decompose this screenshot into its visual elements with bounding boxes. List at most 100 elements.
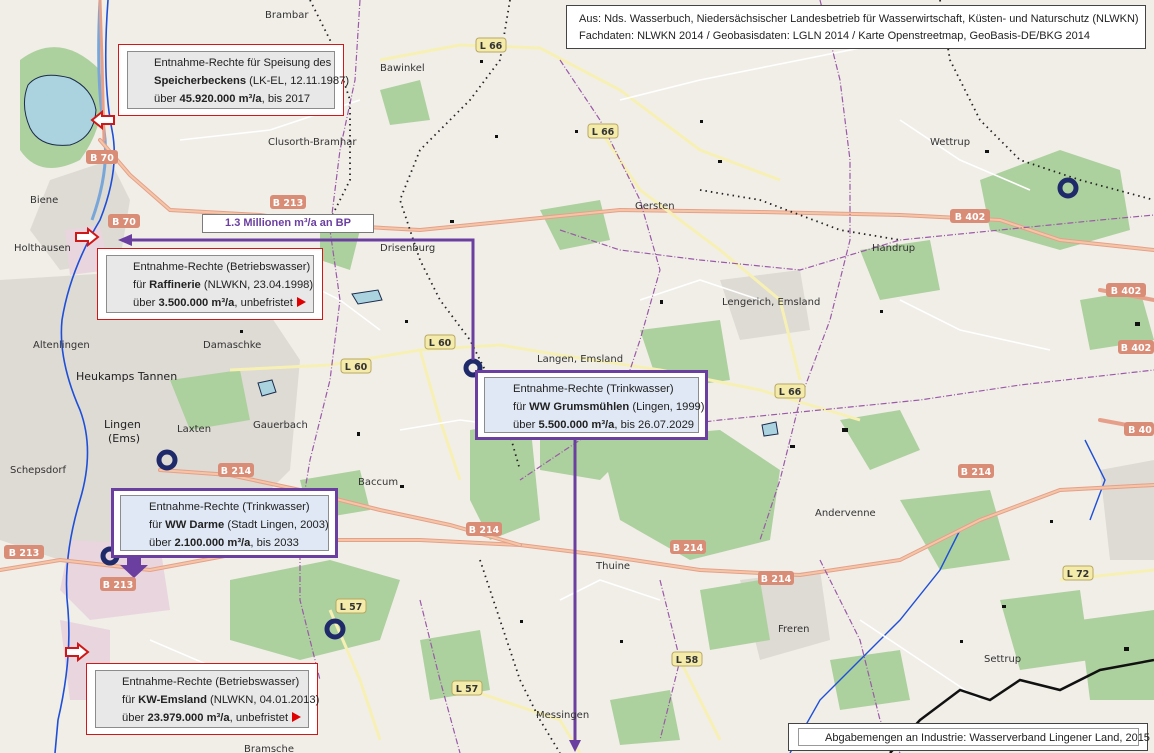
grumsmuehlen-fuer: für <box>513 401 530 413</box>
shield-l60-a: L 60 <box>424 334 456 350</box>
box-raffinerie-inner: Entnahme-Rechte (Betriebswasser) für Raf… <box>106 255 314 313</box>
grumsmuehlen-name: WW Grumsmühlen <box>529 401 630 413</box>
shield-l60-b: L 60 <box>340 358 372 374</box>
grumsmuehlen-validity: , bis 26.07.2029 <box>614 419 695 431</box>
speicherbecken-volume: 45.920.000 m³/a <box>179 93 262 105</box>
place-damaschke: Damaschke <box>203 340 261 351</box>
play-triangle-icon <box>292 712 302 722</box>
shield-b213-c: B 213 <box>100 577 136 591</box>
place-gersten: Gersten <box>635 201 675 212</box>
svg-text:B 402: B 402 <box>955 212 985 223</box>
place-messingen: Messingen <box>536 710 589 721</box>
raffinerie-line-1: Entnahme-Rechte (Betriebswasser) <box>133 261 311 273</box>
source-line-1: Aus: Nds. Wasserbuch, Niedersächsischer … <box>579 13 1139 25</box>
place-settrup: Settrup <box>984 654 1021 665</box>
raffinerie-validity: , unbefristet <box>234 297 293 309</box>
kw-line-3: über 23.979.000 m³/a, unbefristet <box>122 712 308 724</box>
shield-l58: L 58 <box>671 651 703 667</box>
place-clusorth: Clusorth-Bramhar <box>268 137 357 148</box>
svg-text:B 213: B 213 <box>9 548 39 559</box>
darme-line-3: über 2.100.000 m³/a, bis 2033 <box>149 537 328 549</box>
raffinerie-over: über <box>133 297 159 309</box>
grumsmuehlen-line-3: über 5.500.000 m³/a, bis 26.07.2029 <box>513 419 698 431</box>
speicherbecken-over: über <box>154 93 180 105</box>
place-thuine: Thuine <box>595 561 630 572</box>
svg-text:L 72: L 72 <box>1067 569 1090 580</box>
svg-text:L 57: L 57 <box>456 684 479 695</box>
svg-text:B 70: B 70 <box>90 153 114 164</box>
darme-line-2: für WW Darme (Stadt Lingen, 2003) <box>149 519 329 531</box>
raffinerie-volume: 3.500.000 m³/a <box>158 297 235 309</box>
kw-line-1: Entnahme-Rechte (Betriebswasser) <box>122 676 300 688</box>
place-bawinkel: Bawinkel <box>380 63 425 74</box>
kw-line-2: für KW-Emsland (NLWKN, 04.01.2013) <box>122 694 319 706</box>
svg-text:B 214: B 214 <box>673 543 704 554</box>
shield-l66-a: L 66 <box>475 37 507 53</box>
svg-text:B 214: B 214 <box>961 467 992 478</box>
svg-text:B 213: B 213 <box>103 580 133 591</box>
box-raffinerie: Entnahme-Rechte (Betriebswasser) für Raf… <box>97 248 323 320</box>
svg-text:L 66: L 66 <box>480 41 503 52</box>
speicherbecken-name: Speicherbeckens <box>154 75 247 87</box>
kw-authority: (NLWKN, 04.01.2013) <box>206 694 320 706</box>
speicherbecken-line-2: Speicherbeckens (LK-EL, 12.11.1987) <box>154 75 349 87</box>
place-lingen-b: (Ems) <box>108 432 140 445</box>
place-heukamps: Heukamps Tannen <box>76 370 177 383</box>
shield-l57-a: L 57 <box>335 598 367 614</box>
shield-b40: B 40 <box>1124 422 1154 436</box>
raffinerie-name: Raffinerie <box>149 279 201 291</box>
darme-fuer: für <box>149 519 166 531</box>
svg-text:L 60: L 60 <box>429 338 452 349</box>
shield-b213-a: B 213 <box>270 195 306 209</box>
box-speicherbecken-inner: Entnahme-Rechte für Speisung des Speiche… <box>127 51 349 109</box>
place-andervenne: Andervenne <box>815 508 876 519</box>
speicherbecken-line-3: über 45.920.000 m³/a, bis 2017 <box>154 93 334 105</box>
shield-b214-e: B 214 <box>958 464 994 478</box>
darme-validity: , bis 2033 <box>250 537 299 549</box>
shield-b402-a: B 402 <box>950 209 990 223</box>
footer-text: Abgabemengen an Industrie: Wasserverband… <box>798 728 1150 746</box>
speicherbecken-authority: (LK-EL, 12.11.1987) <box>246 75 350 87</box>
shield-l66-b: L 66 <box>587 123 619 139</box>
grumsmuehlen-volume: 5.500.000 m³/a <box>538 419 615 431</box>
svg-text:B 213: B 213 <box>273 198 303 209</box>
box-grumsmuehlen: Entnahme-Rechte (Trinkwasser) für WW Gru… <box>475 370 708 440</box>
box-kw-emsland-inner: Entnahme-Rechte (Betriebswasser) für KW-… <box>95 670 319 728</box>
kw-fuer: für <box>122 694 139 706</box>
shield-b214-c: B 214 <box>670 540 706 554</box>
grumsmuehlen-line-1: Entnahme-Rechte (Trinkwasser) <box>513 383 674 395</box>
svg-text:L 60: L 60 <box>345 362 368 373</box>
kw-volume: 23.979.000 m³/a <box>147 712 230 724</box>
svg-text:L 66: L 66 <box>592 127 615 138</box>
raffinerie-line-3: über 3.500.000 m³/a, unbefristet <box>133 297 313 309</box>
kw-name: KW-Emsland <box>138 694 207 706</box>
place-holthausen: Holthausen <box>14 243 71 254</box>
place-schepsdorf: Schepsdorf <box>10 465 66 476</box>
grumsmuehlen-authority: (Lingen, 1999) <box>629 401 705 413</box>
shield-b213-b: B 213 <box>4 545 44 559</box>
svg-text:B 402: B 402 <box>1121 343 1151 354</box>
footer-attribution: Abgabemengen an Industrie: Wasserverband… <box>788 723 1150 751</box>
place-brambar: Brambar <box>265 10 309 21</box>
place-bramsche: Bramsche <box>244 744 294 753</box>
place-drisenburg: Drisenburg <box>380 243 435 254</box>
place-handrup: Handrup <box>872 243 915 254</box>
grumsmuehlen-over: über <box>513 419 539 431</box>
box-grumsmuehlen-inner: Entnahme-Rechte (Trinkwasser) für WW Gru… <box>484 377 705 433</box>
shield-b402-c: B 402 <box>1118 340 1154 354</box>
svg-text:L 58: L 58 <box>676 655 699 666</box>
grumsmuehlen-line-2: für WW Grumsmühlen (Lingen, 1999) <box>513 401 705 413</box>
speicherbecken-line-1: Entnahme-Rechte für Speisung des <box>154 57 332 69</box>
shield-b402-b: B 402 <box>1106 283 1146 297</box>
darme-volume: 2.100.000 m³/a <box>174 537 251 549</box>
source-line-2: Fachdaten: NLWKN 2014 / Geobasisdaten: L… <box>579 30 1090 42</box>
place-lengerich: Lengerich, Emsland <box>722 297 820 308</box>
place-gauerbach: Gauerbach <box>253 420 308 431</box>
box-speicherbecken: Entnahme-Rechte für Speisung des Speiche… <box>118 44 349 116</box>
svg-text:B 40: B 40 <box>1128 425 1152 436</box>
shield-l72: L 72 <box>1062 565 1094 581</box>
shield-b214-a: B 214 <box>218 463 254 477</box>
kw-over: über <box>122 712 148 724</box>
shield-b70-a: B 70 <box>86 150 118 164</box>
shield-b70-b: B 70 <box>108 214 140 228</box>
